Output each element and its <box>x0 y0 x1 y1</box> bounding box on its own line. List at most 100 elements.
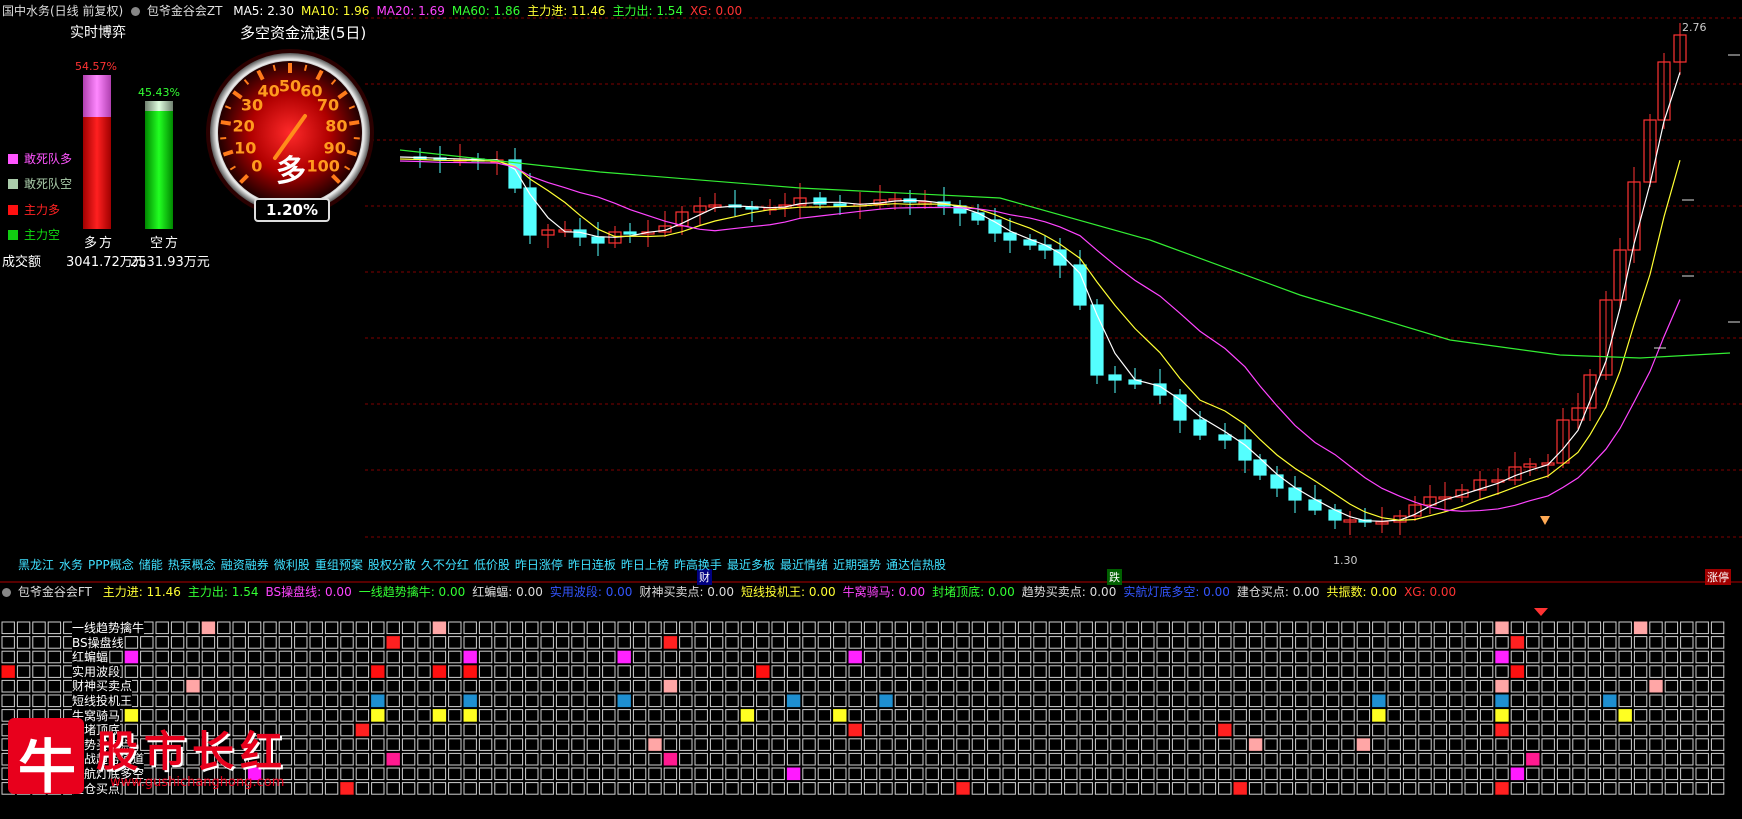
signal-cell <box>1695 636 1709 649</box>
signal-cell <box>1310 650 1324 664</box>
lower-indicator-value: 短线投机王: 0.00 <box>741 585 836 599</box>
signal-cell <box>1202 738 1217 751</box>
signal-cell <box>1695 621 1709 635</box>
signal-cell <box>509 636 524 649</box>
concept-tag[interactable]: 昨日连板 <box>568 558 616 572</box>
signal-cell <box>1510 767 1525 781</box>
signal-marker-icon <box>1534 608 1548 616</box>
concept-tag[interactable]: 近期强势 <box>833 558 881 572</box>
candle-body <box>1108 374 1122 381</box>
concept-tag[interactable]: 昨高换手 <box>674 558 722 572</box>
signal-cell <box>1264 679 1278 693</box>
concept-tag[interactable]: 最近多板 <box>727 558 775 572</box>
signal-cell <box>1387 767 1401 781</box>
signal-cell <box>663 767 678 781</box>
legend-swatch <box>8 179 18 189</box>
signal-cell <box>1372 738 1386 751</box>
concept-tag[interactable]: 昨日涨停 <box>515 558 563 572</box>
signal-cell <box>1680 723 1694 737</box>
concept-tag[interactable]: 储能 <box>139 558 163 572</box>
signal-cell <box>1341 767 1355 781</box>
signal-cell <box>1526 694 1540 708</box>
gauge-tick-label: 90 <box>323 138 346 158</box>
signal-cell <box>324 723 339 737</box>
signal-cell <box>1 679 15 693</box>
signal-cell <box>1079 782 1093 795</box>
signal-cell <box>694 636 708 649</box>
signal-cell <box>1048 650 1063 664</box>
concept-tag[interactable]: 通达信热股 <box>886 558 946 572</box>
signal-cell <box>1633 767 1648 781</box>
signal-cell <box>124 665 139 678</box>
signal-cell <box>679 723 693 737</box>
signal-cell <box>1387 636 1401 649</box>
signal-cell <box>1633 636 1648 649</box>
signal-cell <box>1680 679 1694 693</box>
signal-cell <box>324 709 339 722</box>
signal-cell <box>32 636 46 649</box>
signal-cell <box>1 694 15 708</box>
signal-cell <box>525 665 539 678</box>
signal-cell <box>894 679 909 693</box>
signal-cell <box>1618 636 1632 649</box>
signal-cell <box>833 665 847 678</box>
concept-tag[interactable]: 重组预案 <box>315 558 363 572</box>
signal-cell <box>47 621 62 635</box>
signal-cell <box>1125 767 1140 781</box>
signal-cell <box>448 665 462 678</box>
signal-cell <box>1264 767 1278 781</box>
signal-cell <box>802 709 816 722</box>
signal-cell <box>1449 752 1463 766</box>
tag-zhangting[interactable]: 涨停 <box>1705 569 1731 585</box>
signal-cell <box>709 752 724 766</box>
legend-item: 敢死队多 <box>8 150 72 167</box>
signal-cell <box>1710 709 1725 722</box>
signal-cell <box>602 723 616 737</box>
signal-cell <box>1279 782 1294 795</box>
buy-marker-icon <box>1540 516 1550 525</box>
signal-cell <box>648 709 662 722</box>
signal-cell <box>478 621 493 635</box>
signal-cell <box>1649 723 1663 737</box>
concept-tag[interactable]: 融资融券 <box>221 558 269 572</box>
signal-cell <box>1202 694 1217 708</box>
signal-cell <box>863 752 878 766</box>
signal-cell <box>32 621 46 635</box>
concept-tag[interactable]: 久不分红 <box>421 558 469 572</box>
signal-cell <box>1387 738 1401 751</box>
concept-tag[interactable]: 微利股 <box>274 558 310 572</box>
signal-cell <box>417 782 431 795</box>
signal-cell <box>186 694 200 708</box>
signal-cell <box>1110 679 1124 693</box>
signal-cell <box>956 621 970 635</box>
signal-cell <box>47 650 62 664</box>
signal-cell <box>956 752 970 766</box>
concept-tag[interactable]: PPP概念 <box>88 558 134 572</box>
lower-indicator-name[interactable]: 包爷金谷会FT <box>18 585 92 599</box>
signal-cell <box>987 738 1001 751</box>
signal-cell <box>1587 738 1602 751</box>
signal-cell <box>1541 665 1555 678</box>
concept-tag[interactable]: 热泵概念 <box>168 558 216 572</box>
concept-tag[interactable]: 最近情绪 <box>780 558 828 572</box>
concept-tag[interactable]: 昨日上榜 <box>621 558 669 572</box>
signal-cell <box>987 782 1001 795</box>
signal-cell <box>756 738 770 751</box>
lower-indicator-settings-icon[interactable] <box>2 588 11 597</box>
signal-cell <box>463 709 477 722</box>
concept-tag[interactable]: 低价股 <box>474 558 510 572</box>
signal-cell <box>1233 621 1247 635</box>
concept-tag[interactable]: 黑龙江 <box>18 558 54 572</box>
concept-tag[interactable]: 水务 <box>59 558 83 572</box>
duo-bar-top <box>83 75 111 117</box>
signal-cell <box>386 636 400 649</box>
signal-cell <box>1310 636 1324 649</box>
signal-cell <box>401 738 416 751</box>
signal-cell <box>1110 738 1124 751</box>
concept-tag[interactable]: 股权分散 <box>368 558 416 572</box>
signal-cell <box>1710 665 1725 678</box>
lower-indicator-value: 红蝙蝠: 0.00 <box>472 585 543 599</box>
signal-cell <box>1171 752 1186 766</box>
signal-cell <box>463 621 477 635</box>
signal-cell <box>1479 782 1494 795</box>
